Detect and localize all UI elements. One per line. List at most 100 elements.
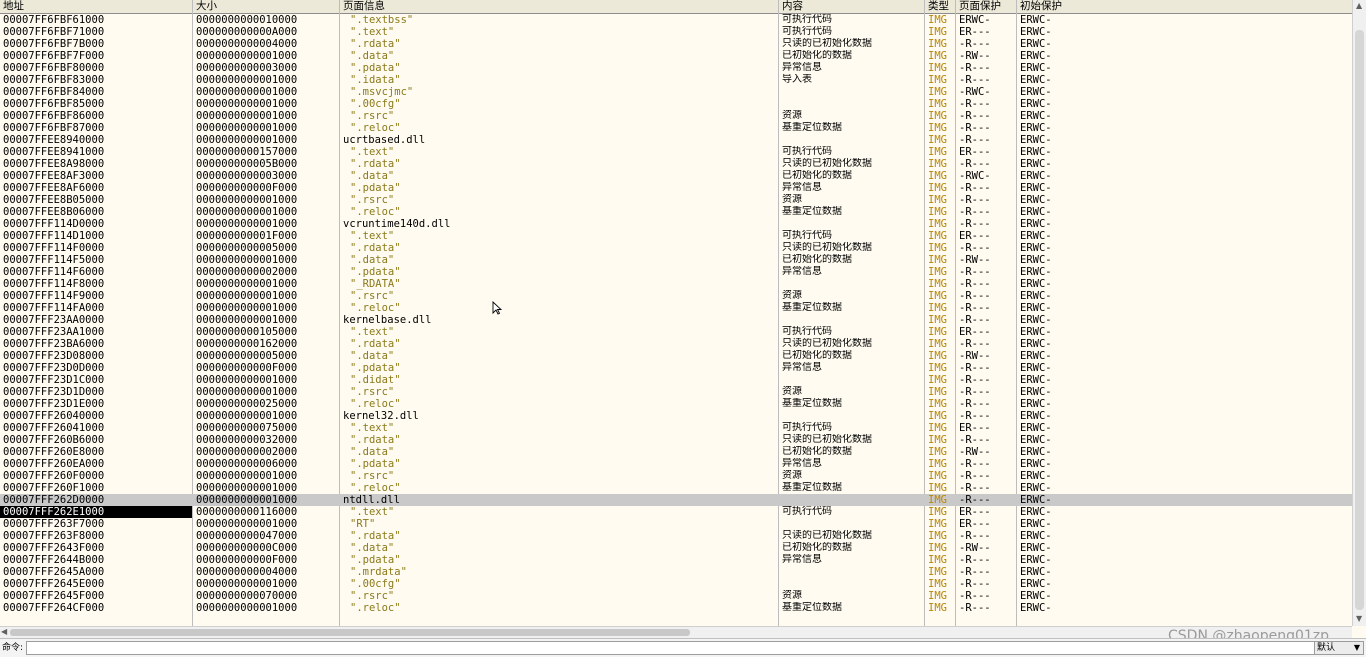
table-row[interactable]: 00007FFEE8941000 0000000000157000 ".text" 可… — [0, 146, 1352, 158]
table-row[interactable]: 00007FFF26040000 0000000000001000 kernel32… — [0, 410, 1352, 422]
table-row[interactable]: 00007FF6FBF84000 0000000000001000 ".msvcjm… — [0, 86, 1352, 98]
table-row[interactable]: 00007FF6FBF71000 000000000000A000 ".text" 可… — [0, 26, 1352, 38]
header-page-info[interactable]: 页面信息 — [340, 0, 779, 13]
table-row[interactable]: 00007FFF263F8000 0000000000047000 ".rdata"… — [0, 530, 1352, 542]
column-header: 地址 大小 页面信息 内容 类型 页面保护 初始保护 — [0, 0, 1352, 14]
table-row[interactable]: 00007FFF23D1E000 0000000000025000 ".reloc"… — [0, 398, 1352, 410]
table-row[interactable]: 00007FFF26041000 0000000000075000 ".text" 可… — [0, 422, 1352, 434]
cell-content: 已初始化的数据 — [782, 446, 852, 457]
cell-type: IMG — [928, 350, 947, 362]
cell-type: IMG — [928, 446, 947, 458]
header-size[interactable]: 大小 — [193, 0, 340, 13]
cell-initial-protection: ERWC- — [1020, 530, 1052, 542]
scroll-left-icon[interactable]: ◀ — [1, 627, 7, 637]
cell-page-info: ".rdata" — [350, 242, 401, 254]
cell-content: 基重定位数据 — [782, 398, 842, 409]
cell-page-info: ".pdata" — [350, 362, 401, 374]
cell-size: 0000000000001000 — [196, 290, 298, 302]
cell-page-protection: -R--- — [959, 182, 991, 194]
table-row[interactable]: 00007FFF23BA6000 0000000000162000 ".rdata"… — [0, 338, 1352, 350]
cell-content — [779, 494, 924, 506]
table-row[interactable]: 00007FFF23AA1000 0000000000105000 ".text" 可… — [0, 326, 1352, 338]
command-mode-select[interactable]: 默认 ▼ — [1314, 641, 1364, 655]
table-row[interactable]: 00007FFF23D1C000 0000000000001000 ".didat"… — [0, 374, 1352, 386]
cell-page-protection: -R--- — [959, 290, 991, 302]
table-row[interactable]: 00007FFF262D0000 0000000000001000 ntdll.dl… — [0, 494, 1352, 506]
table-row[interactable]: 00007FFF23AA0000 0000000000001000 kernelba… — [0, 314, 1352, 326]
cell-page-info: ".mrdata" — [350, 566, 407, 578]
table-row[interactable]: 00007FFF23D0D000 000000000000F000 ".pdata"… — [0, 362, 1352, 374]
header-address[interactable]: 地址 — [0, 0, 193, 13]
table-row[interactable]: 00007FFF2645A000 0000000000004000 ".mrdata… — [0, 566, 1352, 578]
header-content[interactable]: 内容 — [779, 0, 925, 13]
table-row[interactable]: 00007FFF114F8000 0000000000001000 "_RDATA"… — [0, 278, 1352, 290]
cell-content: 基重定位数据 — [782, 302, 842, 313]
table-row[interactable]: 00007FFF2645E000 0000000000001000 ".00cfg"… — [0, 578, 1352, 590]
table-row[interactable]: 00007FFF260E8000 0000000000002000 ".data" 已… — [0, 446, 1352, 458]
table-row[interactable]: 00007FFEE8AF6000 000000000000F000 ".pdata"… — [0, 182, 1352, 194]
cell-initial-protection: ERWC- — [1020, 446, 1052, 458]
cell-type: IMG — [928, 218, 947, 230]
cell-address: 00007FFF23D1C000 — [3, 374, 105, 386]
vertical-scrollbar[interactable]: ▲ ▼ — [1352, 0, 1366, 626]
header-type[interactable]: 类型 — [925, 0, 956, 13]
cell-content — [779, 278, 924, 290]
table-row[interactable]: 00007FFF2645F000 0000000000070000 ".rsrc" 资… — [0, 590, 1352, 602]
table-row[interactable]: 00007FFF114F5000 0000000000001000 ".data" 已… — [0, 254, 1352, 266]
table-row[interactable]: 00007FFF260EA000 0000000000006000 ".pdata"… — [0, 458, 1352, 470]
scroll-up-icon[interactable]: ▲ — [1356, 1, 1362, 11]
cell-size: 0000000000001000 — [196, 86, 298, 98]
table-row[interactable]: 00007FFF263F7000 0000000000001000 "RT" IMG E… — [0, 518, 1352, 530]
cell-size: 0000000000006000 — [196, 458, 298, 470]
cell-content: 异常信息 — [782, 266, 822, 277]
command-input[interactable] — [26, 641, 1356, 655]
table-row[interactable]: 00007FFF2643F000 000000000000C000 ".data" 已… — [0, 542, 1352, 554]
table-row[interactable]: 00007FFF114F9000 0000000000001000 ".rsrc" 资… — [0, 290, 1352, 302]
cell-page-protection: -R--- — [959, 38, 991, 50]
table-row[interactable]: 00007FF6FBF86000 0000000000001000 ".rsrc" 资… — [0, 110, 1352, 122]
cell-page-protection: -R--- — [959, 386, 991, 398]
table-row[interactable]: 00007FFF264CF000 0000000000001000 ".reloc"… — [0, 602, 1352, 614]
memory-map-table[interactable]: 00007FF6FBF61000 0000000000010000 ".textbs… — [0, 14, 1352, 626]
cell-page-protection: -RW-- — [959, 542, 991, 554]
table-row[interactable]: 00007FF6FBF80000 0000000000003000 ".pdata"… — [0, 62, 1352, 74]
table-row[interactable]: 00007FFF114D1000 000000000001F000 ".text" 可… — [0, 230, 1352, 242]
table-row[interactable]: 00007FFEE8940000 0000000000001000 ucrtbase… — [0, 134, 1352, 146]
cell-page-info: kernelbase.dll — [343, 314, 432, 326]
table-row[interactable]: 00007FFF114F6000 0000000000002000 ".pdata"… — [0, 266, 1352, 278]
header-page-protection[interactable]: 页面保护 — [956, 0, 1017, 13]
cell-size: 0000000000001000 — [196, 278, 298, 290]
table-row[interactable]: 00007FFF23D1D000 0000000000001000 ".rsrc" 资… — [0, 386, 1352, 398]
cell-content: 异常信息 — [782, 554, 822, 565]
header-initial-protection[interactable]: 初始保护 — [1017, 0, 1352, 13]
table-row[interactable]: 00007FFF262E1000 0000000000116000 ".text" 可… — [0, 506, 1352, 518]
table-row[interactable]: 00007FFEE8A98000 000000000005B000 ".rdata"… — [0, 158, 1352, 170]
horizontal-scroll-thumb[interactable] — [10, 629, 690, 636]
cell-page-protection: -R--- — [959, 494, 991, 506]
cell-address: 00007FFF263F8000 — [3, 530, 105, 542]
horizontal-scrollbar[interactable]: ◀ — [0, 626, 1352, 638]
table-row[interactable]: 00007FFF114D0000 0000000000001000 vcruntim… — [0, 218, 1352, 230]
table-row[interactable]: 00007FFF114F0000 0000000000005000 ".rdata"… — [0, 242, 1352, 254]
table-row[interactable]: 00007FF6FBF87000 0000000000001000 ".reloc"… — [0, 122, 1352, 134]
table-row[interactable]: 00007FFF23D08000 0000000000005000 ".data" 已… — [0, 350, 1352, 362]
table-row[interactable]: 00007FF6FBF7B000 0000000000004000 ".rdata"… — [0, 38, 1352, 50]
table-row[interactable]: 00007FF6FBF83000 0000000000001000 ".idata"… — [0, 74, 1352, 86]
table-row[interactable]: 00007FF6FBF85000 0000000000001000 ".00cfg"… — [0, 98, 1352, 110]
scroll-down-icon[interactable]: ▼ — [1356, 614, 1362, 624]
table-row[interactable]: 00007FFF114FA000 0000000000001000 ".reloc"… — [0, 302, 1352, 314]
table-row[interactable]: 00007FF6FBF7F000 0000000000001000 ".data" 已… — [0, 50, 1352, 62]
cell-size: 0000000000001000 — [196, 218, 298, 230]
table-row[interactable]: 00007FF6FBF61000 0000000000010000 ".textbs… — [0, 14, 1352, 26]
table-row[interactable]: 00007FFEE8AF3000 0000000000003000 ".data" 已… — [0, 170, 1352, 182]
vertical-scroll-thumb[interactable] — [1355, 30, 1364, 610]
cell-address: 00007FFF23D08000 — [3, 350, 105, 362]
cell-content: 可执行代码 — [782, 422, 832, 433]
table-row[interactable]: 00007FFF260B6000 0000000000032000 ".rdata"… — [0, 434, 1352, 446]
table-row[interactable]: 00007FFF260F0000 0000000000001000 ".rsrc" 资… — [0, 470, 1352, 482]
table-row[interactable]: 00007FFF260F1000 0000000000001000 ".reloc"… — [0, 482, 1352, 494]
table-row[interactable]: 00007FFEE8B06000 0000000000001000 ".reloc"… — [0, 206, 1352, 218]
table-row[interactable]: 00007FFEE8B05000 0000000000001000 ".rsrc" 资… — [0, 194, 1352, 206]
cell-page-protection: -R--- — [959, 374, 991, 386]
table-row[interactable]: 00007FFF2644B000 000000000000F000 ".pdata"… — [0, 554, 1352, 566]
